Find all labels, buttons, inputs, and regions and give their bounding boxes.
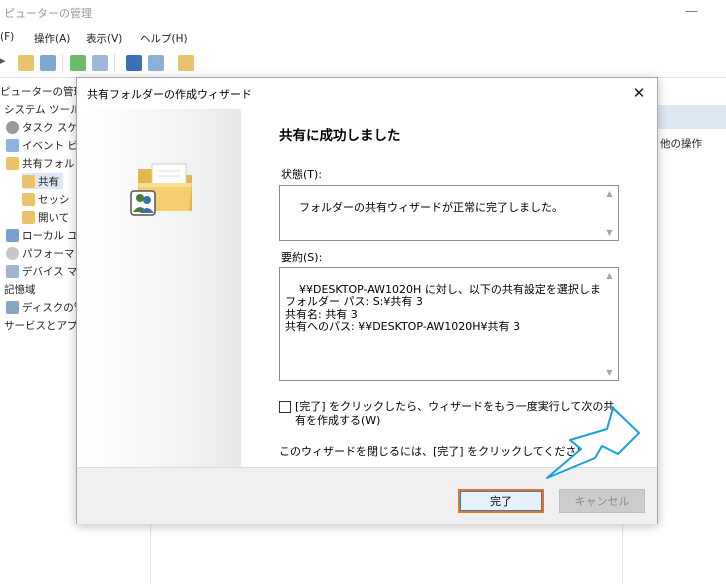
show-hide-tree-icon[interactable] (40, 55, 56, 71)
rerun-wizard-label[interactable]: [完了] をクリックしたら、ウィザードをもう一度実行して次の共有を作成する(W) (295, 400, 624, 428)
minimize-icon[interactable]: — (685, 4, 698, 19)
cancel-button: キャンセル (559, 489, 645, 513)
scroll-up-icon[interactable]: ▲ (605, 189, 614, 198)
tree-item-device-manager[interactable]: デバイス マ (6, 263, 78, 279)
event-viewer-icon (6, 138, 19, 152)
menu-file[interactable]: (F) (0, 31, 14, 43)
folder-icon (22, 210, 35, 224)
tree-item-system-tools[interactable]: システム ツール (4, 101, 80, 117)
scroll-up-icon[interactable]: ▲ (605, 271, 614, 280)
toolbar-separator (62, 54, 63, 72)
column-divider (622, 524, 623, 584)
tree-item-event-viewer[interactable]: イベント ビ (6, 137, 78, 153)
tree-item-sessions[interactable]: セッシ (22, 191, 70, 207)
disk-icon (6, 300, 19, 314)
rerun-wizard-option[interactable]: [完了] をクリックしたら、ウィザードをもう一度実行して次の共有を作成する(W) (279, 400, 624, 428)
tree-item-storage[interactable]: 記憶域 (4, 281, 36, 297)
wizard-banner (78, 109, 241, 467)
status-label: 状態(T): (281, 168, 323, 181)
dialog-title: 共有フォルダーの作成ウィザード (87, 88, 252, 101)
folder-icon (22, 174, 35, 188)
folder-icon (6, 156, 19, 170)
status-textbox[interactable]: フォルダーの共有ウィザードが正常に完了しました。 ▲ ▼ (279, 185, 619, 241)
summary-label: 要約(S): (281, 251, 323, 264)
background-toolbar: ▸ (0, 48, 726, 78)
tree-item-local-users[interactable]: ローカル ユー (6, 227, 80, 243)
finish-button[interactable]: 完了 (458, 489, 544, 513)
help-icon[interactable] (126, 55, 142, 71)
scroll-down-icon[interactable]: ▼ (605, 228, 614, 237)
close-icon: ✕ (632, 84, 646, 102)
scroll-down-icon[interactable]: ▼ (605, 368, 614, 377)
forward-icon[interactable]: ▸ (0, 54, 10, 70)
folder-up-icon[interactable] (18, 55, 34, 71)
tree-item-open-files[interactable]: 開いて (22, 209, 69, 225)
properties-icon[interactable] (148, 55, 164, 71)
dialog-footer: 完了 キャンセル (77, 467, 657, 524)
summary-textbox[interactable]: ¥¥DESKTOP-AW1020H に対し、以下の共有設定を選択しました: フォ… (279, 267, 619, 381)
background-navigation-tree: ピューターの管理 システム ツール タスク スケ イベント ビ 共有フォル 共有… (0, 79, 80, 584)
tree-item-task-scheduler[interactable]: タスク スケ (6, 119, 78, 135)
status-scrollbar[interactable]: ▲ ▼ (601, 186, 618, 240)
menu-help[interactable]: ヘルプ(H) (140, 31, 188, 46)
actions-more[interactable]: 他の操作 (660, 136, 702, 151)
background-menu-bar: (F) 操作(A) 表示(V) ヘルプ(H) (0, 28, 726, 48)
toolbar-separator (114, 54, 115, 72)
close-instruction: このウィザードを閉じるには、[完了] をクリックしてください。 (279, 445, 599, 458)
background-title-bar: ピューターの管理 — (0, 0, 726, 28)
background-window-title: ピューターの管理 (4, 7, 92, 20)
refresh-icon[interactable] (70, 55, 86, 71)
tree-item-services-apps[interactable]: サービスとアプリ (4, 317, 80, 333)
background-actions-pane: 他の操作 (658, 105, 726, 153)
completion-heading: 共有に成功しました (279, 128, 401, 144)
tree-item-shared-folders[interactable]: 共有フォル (6, 155, 75, 171)
export-list-icon[interactable] (92, 55, 108, 71)
create-shared-folder-wizard: 共有フォルダーの作成ウィザード ✕ 共有に成功しました 状態(T): フォルダー… (76, 77, 658, 524)
tree-item-disk-management[interactable]: ディスクの管 (6, 299, 80, 315)
device-manager-icon (6, 264, 19, 278)
tree-item-shares[interactable]: 共有 (22, 173, 63, 189)
folder-icon (22, 192, 35, 206)
rerun-wizard-checkbox[interactable] (279, 401, 291, 413)
shared-folder-icon (130, 163, 192, 216)
actions-header (658, 105, 726, 129)
column-divider (150, 524, 151, 584)
summary-scrollbar[interactable]: ▲ ▼ (601, 268, 618, 380)
performance-icon (6, 246, 19, 260)
clock-icon (6, 120, 19, 134)
menu-action[interactable]: 操作(A) (34, 31, 70, 46)
close-button[interactable]: ✕ (625, 80, 653, 106)
new-share-icon[interactable] (178, 55, 194, 71)
menu-view[interactable]: 表示(V) (86, 31, 122, 46)
tree-item-root[interactable]: ピューターの管理 (0, 83, 80, 99)
tree-item-performance[interactable]: パフォーマン (6, 245, 80, 261)
users-icon (6, 228, 19, 242)
